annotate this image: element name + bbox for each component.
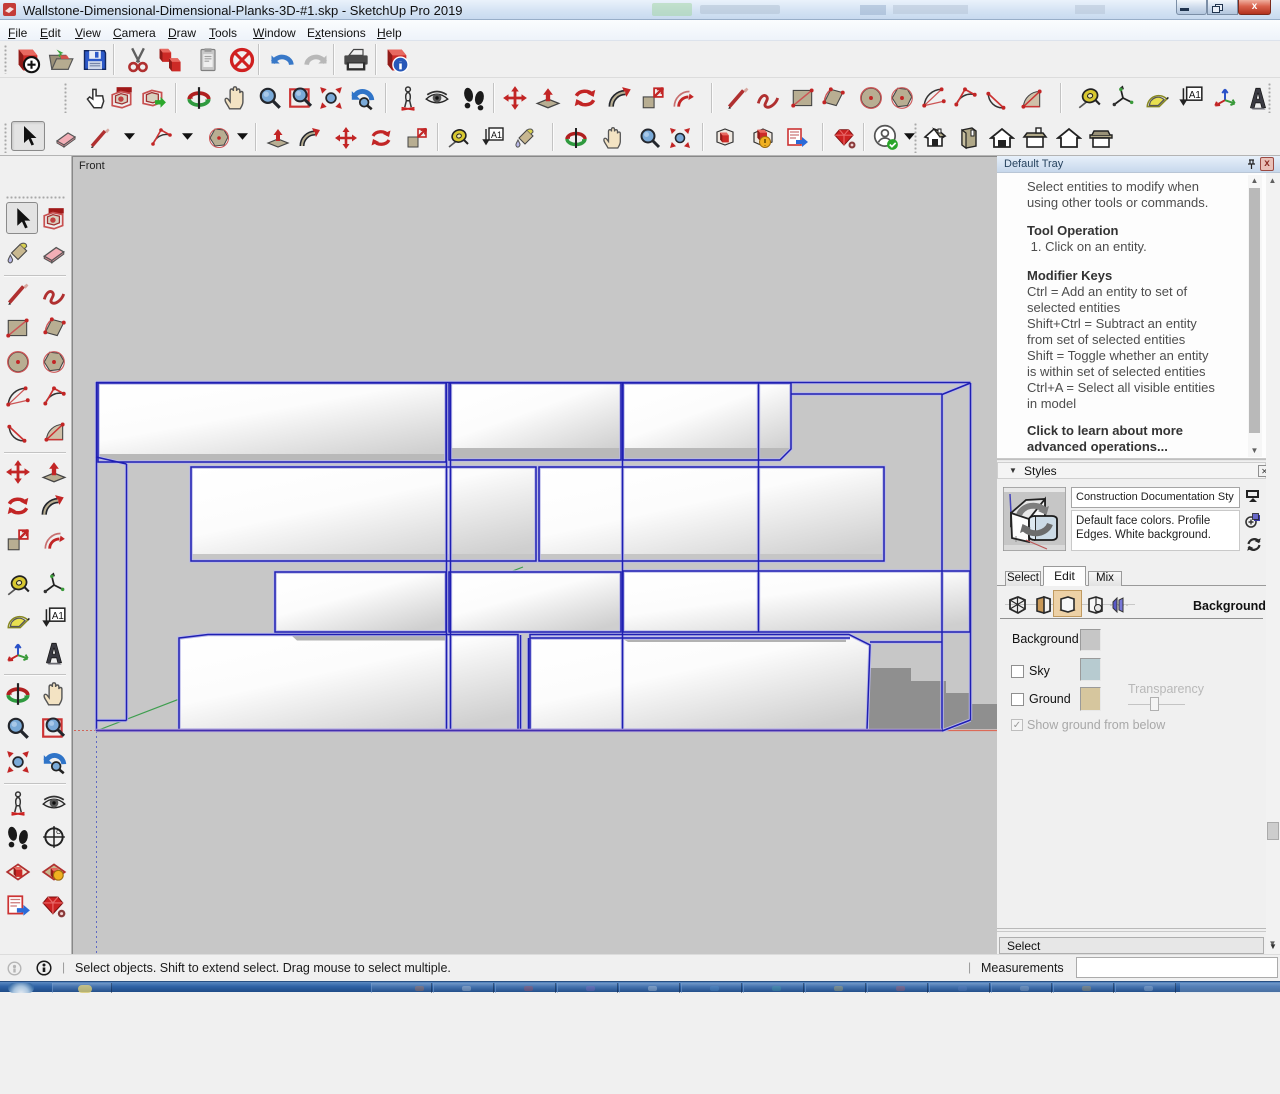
- svg-text:Front: Front: [79, 160, 105, 172]
